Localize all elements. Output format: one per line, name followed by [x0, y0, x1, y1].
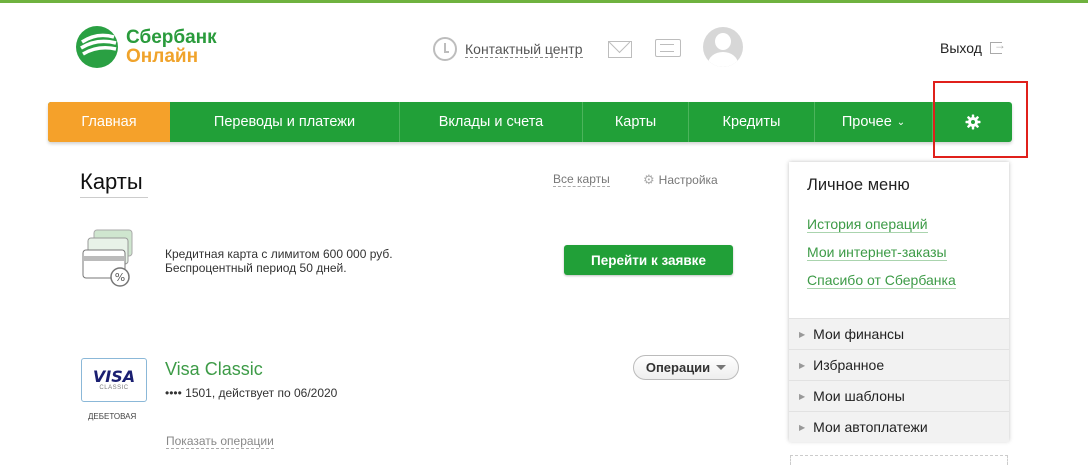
menu-item-label: Мои финансы [813, 326, 905, 342]
visa-card-image[interactable]: VISA CLASSIC [81, 358, 147, 402]
nav-item-label: Карты [614, 114, 657, 130]
card-brand: VISA [92, 367, 136, 386]
title-underline [80, 197, 148, 198]
nav-item-label: Главная [81, 114, 137, 130]
menu-item-finances[interactable]: ▶ Мои финансы [789, 318, 1009, 349]
nav-item-home[interactable]: Главная [48, 102, 170, 142]
menu-item-label: Избранное [813, 357, 885, 373]
nav-item-transfers[interactable]: Переводы и платежи [170, 102, 400, 142]
gear-icon: ⚙ [643, 172, 655, 187]
internet-orders-link[interactable]: Мои интернет-заказы [807, 244, 947, 261]
nav-item-more[interactable]: Прочее ⌄ [815, 102, 933, 142]
next-panel-edge [790, 455, 1008, 465]
logout-label: Выход [940, 40, 982, 56]
arrow-right-icon: ▶ [799, 329, 806, 339]
arrow-right-icon: ▶ [799, 391, 806, 401]
menu-item-templates[interactable]: ▶ Мои шаблоны [789, 380, 1009, 411]
operations-dropdown[interactable]: Операции [633, 355, 739, 380]
menu-item-favorites[interactable]: ▶ Избранное [789, 349, 1009, 380]
operations-label: Операции [645, 360, 711, 375]
chevron-down-icon: ⌄ [896, 116, 906, 128]
card-tier: CLASSIC [99, 385, 129, 391]
page-title: Карты [80, 169, 143, 194]
promo-line-2: Беспроцентный период 50 дней. [165, 261, 347, 275]
promo-line-1: Кредитная карта с лимитом 600 000 руб. [165, 247, 393, 261]
personal-menu-list: ▶ Мои финансы ▶ Избранное ▶ Мои шаблоны ▶ Мо… [789, 318, 1009, 442]
logo-text: Сбербанк Онлайн [126, 28, 217, 66]
nav-item-credits[interactable]: Кредиты [689, 102, 815, 142]
operation-history-link[interactable]: История операций [807, 216, 928, 233]
contact-center-link[interactable]: Контактный центр [465, 41, 583, 58]
sberbank-logo-icon [76, 26, 118, 68]
all-cards-link[interactable]: Все карты [553, 172, 610, 187]
logout-button[interactable]: Выход [940, 38, 1006, 56]
nav-item-label: Переводы и платежи [213, 114, 356, 130]
card-type: ДЕБЕТОВАЯ [88, 412, 137, 421]
arrow-right-icon: ▶ [799, 422, 806, 432]
chat-icon[interactable] [655, 39, 681, 57]
exit-icon [989, 38, 1006, 54]
promo-text: Кредитная карта с лимитом 600 000 руб. Б… [165, 247, 393, 275]
settings-link[interactable]: ⚙ Настройка [643, 172, 718, 188]
card-number-info: •••• 1501, действует по 06/2020 [165, 386, 338, 400]
phone-icon [433, 37, 457, 61]
nav-item-cards[interactable]: Карты [583, 102, 689, 142]
arrow-right-icon: ▶ [799, 360, 806, 370]
sberbank-logo[interactable]: Сбербанк Онлайн [74, 24, 217, 70]
nav-item-deposits[interactable]: Вклады и счета [400, 102, 583, 142]
apply-button[interactable]: Перейти к заявке [564, 245, 733, 275]
contact-center[interactable]: Контактный центр [433, 37, 583, 61]
highlight-box [933, 81, 1028, 158]
menu-item-label: Мои автоплатежи [813, 419, 928, 435]
avatar[interactable] [703, 27, 743, 67]
personal-menu-title: Личное меню [807, 176, 910, 194]
main-nav: Главная Переводы и платежи Вклады и счет… [48, 102, 1012, 142]
nav-item-label: Кредиты [722, 114, 781, 130]
show-operations-link[interactable]: Показать операции [166, 434, 274, 449]
personal-menu-panel: Личное меню История операций Мои интерне… [789, 162, 1009, 442]
spasibo-link[interactable]: Спасибо от Сбербанка [807, 272, 956, 289]
nav-item-label: Вклады и счета [438, 114, 544, 130]
svg-text:%: % [115, 271, 125, 284]
logo-line-1: Сбербанк [126, 27, 217, 48]
credit-card-promo-icon: % [82, 229, 133, 287]
nav-item-label: Прочее [841, 114, 892, 130]
top-accent-line [0, 0, 1088, 3]
card-name-link[interactable]: Visa Classic [165, 359, 263, 380]
settings-link-label: Настройка [658, 173, 718, 187]
mail-icon[interactable] [608, 41, 632, 58]
logo-line-2: Онлайн [126, 46, 199, 67]
triangle-down-icon [716, 365, 727, 370]
menu-item-label: Мои шаблоны [813, 388, 905, 404]
menu-item-autopayments[interactable]: ▶ Мои автоплатежи [789, 411, 1009, 442]
